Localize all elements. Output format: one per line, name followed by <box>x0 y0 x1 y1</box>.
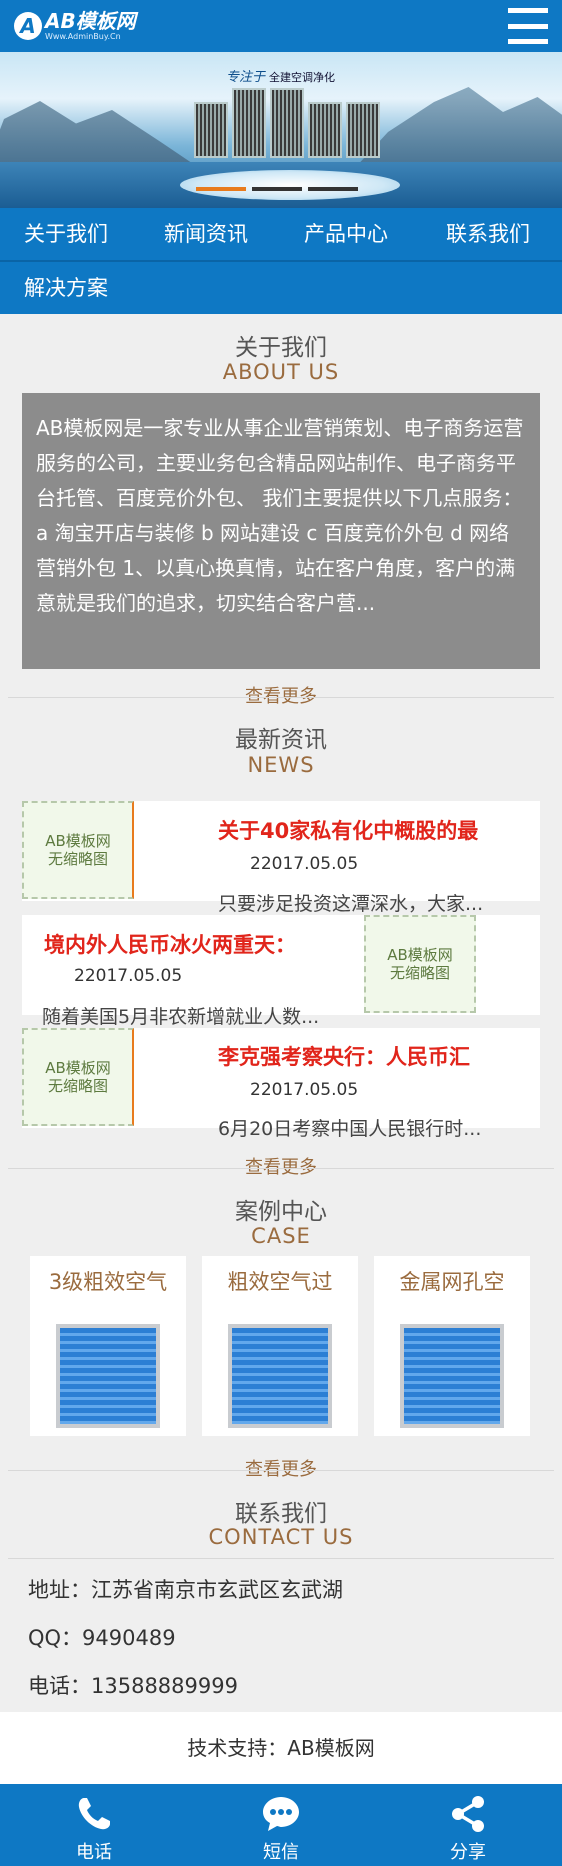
divider <box>8 1470 554 1471</box>
news-subtitle: NEWS <box>247 753 315 777</box>
news-item-desc: 6月20日考察中国人民银行时... <box>218 1118 482 1140</box>
air-filter-image <box>228 1324 332 1428</box>
news-item-date: 22017.05.05 <box>250 854 359 874</box>
footer-sms-label: 短信 <box>263 1842 299 1863</box>
phone-icon <box>78 1798 110 1830</box>
news-thumbnail: AB模板网 无缩略图 <box>364 915 476 1013</box>
news-title: 最新资讯 <box>235 727 327 753</box>
divider <box>8 697 554 698</box>
about-more-link[interactable]: 查看更多 <box>0 682 562 708</box>
banner-dot[interactable] <box>252 187 302 191</box>
sms-icon <box>263 1797 299 1831</box>
cases-more-link[interactable]: 查看更多 <box>0 1455 562 1481</box>
divider <box>8 1558 554 1559</box>
case-card-title: 金属网孔空 <box>399 1270 505 1294</box>
news-item[interactable]: AB模板网 无缩略图 关于40家私有化中概股的最 22017.05.05 只要涉… <box>22 801 540 915</box>
case-card[interactable]: 金属网孔空 <box>374 1256 530 1436</box>
air-filter-image <box>56 1324 160 1428</box>
air-filter-image <box>400 1324 504 1428</box>
news-thumbnail: AB模板网 无缩略图 <box>22 801 134 899</box>
about-text: AB模板网是一家专业从事企业营销策划、电子商务运营服务的公司，主要业务包含精品网… <box>22 393 540 669</box>
footer-sms-button[interactable]: 短信 <box>211 1784 351 1866</box>
nav-item-products[interactable]: 产品中心 <box>304 208 388 260</box>
footer-call-label: 电话 <box>76 1842 112 1863</box>
banner-dot[interactable] <box>196 187 246 191</box>
footer-bar: 电话 短信 分享 <box>0 1784 562 1866</box>
cases-subtitle: CASE <box>251 1224 311 1248</box>
divider <box>8 1168 554 1169</box>
news-item-title[interactable]: 李克强考察央行：人民币汇 <box>218 1041 536 1071</box>
cases-title: 案例中心 <box>235 1199 327 1225</box>
hamburger-menu-icon[interactable] <box>508 8 548 44</box>
contact-address: 地址：江苏省南京市玄武区玄武湖 <box>28 1578 343 1602</box>
news-item[interactable]: AB模板网 无缩略图 李克强考察央行：人民币汇 22017.05.05 6月20… <box>22 1028 540 1140</box>
logo-mark-icon: A <box>14 12 42 40</box>
nav-item-news[interactable]: 新闻资讯 <box>164 208 248 260</box>
banner-dot[interactable] <box>308 187 358 191</box>
footer-share-label: 分享 <box>450 1842 486 1863</box>
news-item-title[interactable]: 境内外人民币冰火两重天： <box>44 929 354 959</box>
about-title: 关于我们 <box>235 335 327 361</box>
ice-floe <box>180 170 400 200</box>
nav-item-about[interactable]: 关于我们 <box>24 208 108 260</box>
case-card-title: 粗效空气过 <box>227 1270 333 1294</box>
banner-tagline: 专注于 全建空调净化 <box>226 70 336 85</box>
tech-support: 技术支持：AB模板网 <box>0 1712 562 1784</box>
hero-banner[interactable]: 专注于 全建空调净化 <box>0 52 562 208</box>
contact-subtitle: CONTACT US <box>208 1525 354 1549</box>
contact-title: 联系我们 <box>235 1501 327 1527</box>
case-card[interactable]: 3级粗效空气 <box>30 1256 186 1436</box>
news-item-date: 22017.05.05 <box>250 1080 359 1100</box>
contact-qq[interactable]: QQ：9490489 <box>28 1622 176 1652</box>
nav-item-solutions[interactable]: 解决方案 <box>24 262 108 314</box>
footer-call-button[interactable]: 电话 <box>24 1784 164 1866</box>
header: A AB模板网 Www.AdminBuy.Cn <box>0 0 562 52</box>
contact-phone[interactable]: 电话：13588889999 <box>28 1670 238 1700</box>
case-card[interactable]: 粗效空气过 <box>202 1256 358 1436</box>
news-item[interactable]: AB模板网 无缩略图 境内外人民币冰火两重天： 22017.05.05 随着美国… <box>22 915 540 1028</box>
share-icon <box>452 1796 484 1832</box>
news-item-desc: 只要涉足投资这潭深水，大家... <box>218 893 484 915</box>
footer-share-button[interactable]: 分享 <box>398 1784 538 1866</box>
logo[interactable]: A AB模板网 Www.AdminBuy.Cn <box>14 9 136 43</box>
about-subtitle: ABOUT US <box>222 360 340 384</box>
case-card-title: 3级粗效空气 <box>48 1270 168 1294</box>
news-thumbnail: AB模板网 无缩略图 <box>22 1028 134 1126</box>
main-nav: 关于我们 新闻资讯 产品中心 联系我们 解决方案 <box>0 208 562 314</box>
news-item-title[interactable]: 关于40家私有化中概股的最 <box>218 815 536 845</box>
news-item-date: 22017.05.05 <box>74 966 183 986</box>
logo-name: AB模板网 <box>45 8 136 33</box>
nav-item-contact[interactable]: 联系我们 <box>446 208 530 260</box>
banner-pagination <box>196 187 358 191</box>
news-more-link[interactable]: 查看更多 <box>0 1153 562 1179</box>
logo-url: Www.AdminBuy.Cn <box>45 31 121 41</box>
product-coils-image <box>194 88 380 158</box>
news-item-desc: 随着美国5月非农新增就业人数... <box>42 1006 320 1028</box>
